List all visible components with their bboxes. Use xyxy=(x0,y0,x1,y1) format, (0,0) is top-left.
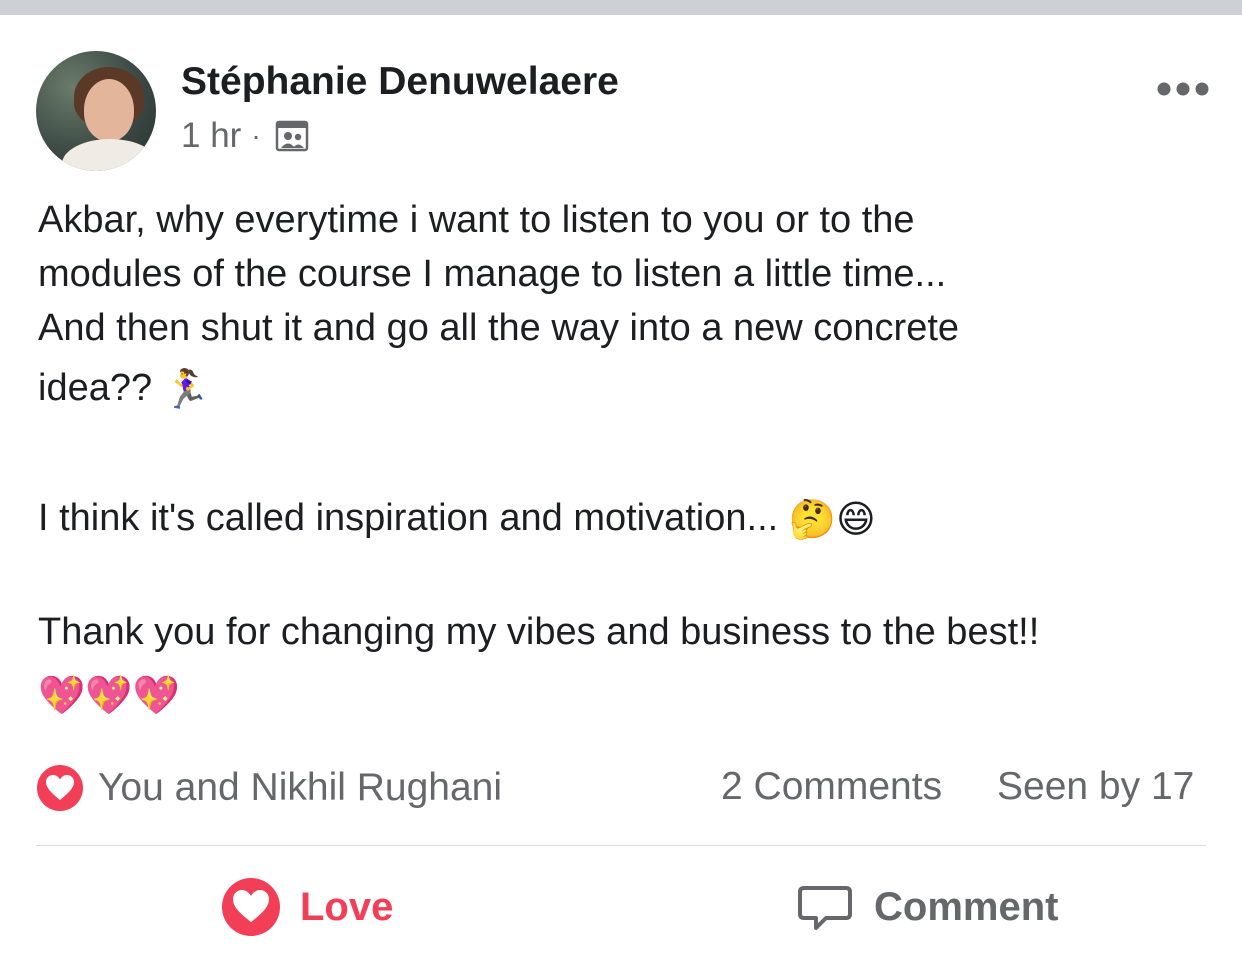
meta-separator: · xyxy=(251,120,261,151)
post-line: modules of the course I manage to listen… xyxy=(38,253,947,295)
comment-label: Comment xyxy=(874,884,1059,929)
group-icon xyxy=(275,120,308,152)
heart-reaction-icon xyxy=(37,765,83,811)
post-line: idea?? 🏃‍♀️ xyxy=(38,361,1218,417)
avatar[interactable] xyxy=(36,51,156,171)
sparkling-hearts-emoji: 💖💖💖 xyxy=(38,674,180,717)
post-body: Akbar, why everytime i want to listen to… xyxy=(38,193,1218,723)
reaction-summary[interactable]: You and Nikhil Rughani xyxy=(36,763,502,813)
post-paragraph-text: I think it's called inspiration and moti… xyxy=(38,496,779,539)
heart-icon xyxy=(222,878,280,936)
seen-by[interactable]: Seen by 17 xyxy=(997,765,1194,809)
comments-count[interactable]: 2 Comments xyxy=(721,765,942,809)
post-meta: 1 hr · xyxy=(181,116,309,156)
author-name[interactable]: Stéphanie Denuwelaere xyxy=(181,60,619,104)
love-label: Love xyxy=(300,884,394,929)
comment-button[interactable]: Comment xyxy=(794,872,1058,942)
divider xyxy=(36,845,1206,846)
post-line: And then shut it and go all the way into… xyxy=(38,307,960,349)
top-separator-bar xyxy=(0,0,1242,15)
thinking-grinning-emoji: 🤔😄 xyxy=(788,498,876,541)
more-dots-icon[interactable] xyxy=(1157,78,1209,100)
avatar-shoulders xyxy=(62,139,156,171)
post-paragraph: Thank you for changing my vibes and busi… xyxy=(38,610,1040,653)
post-time[interactable]: 1 hr xyxy=(181,116,241,156)
avatar-face xyxy=(84,79,134,141)
running-woman-emoji: 🏃‍♀️ xyxy=(162,368,211,411)
post-line-text: idea?? xyxy=(38,367,153,409)
speech-bubble-icon xyxy=(798,886,852,930)
reactors-text: You and Nikhil Rughani xyxy=(98,766,503,809)
post-paragraph: I think it's called inspiration and moti… xyxy=(38,491,1218,547)
post-line: Akbar, why everytime i want to listen to… xyxy=(38,199,915,241)
love-button[interactable]: Love xyxy=(220,872,393,942)
